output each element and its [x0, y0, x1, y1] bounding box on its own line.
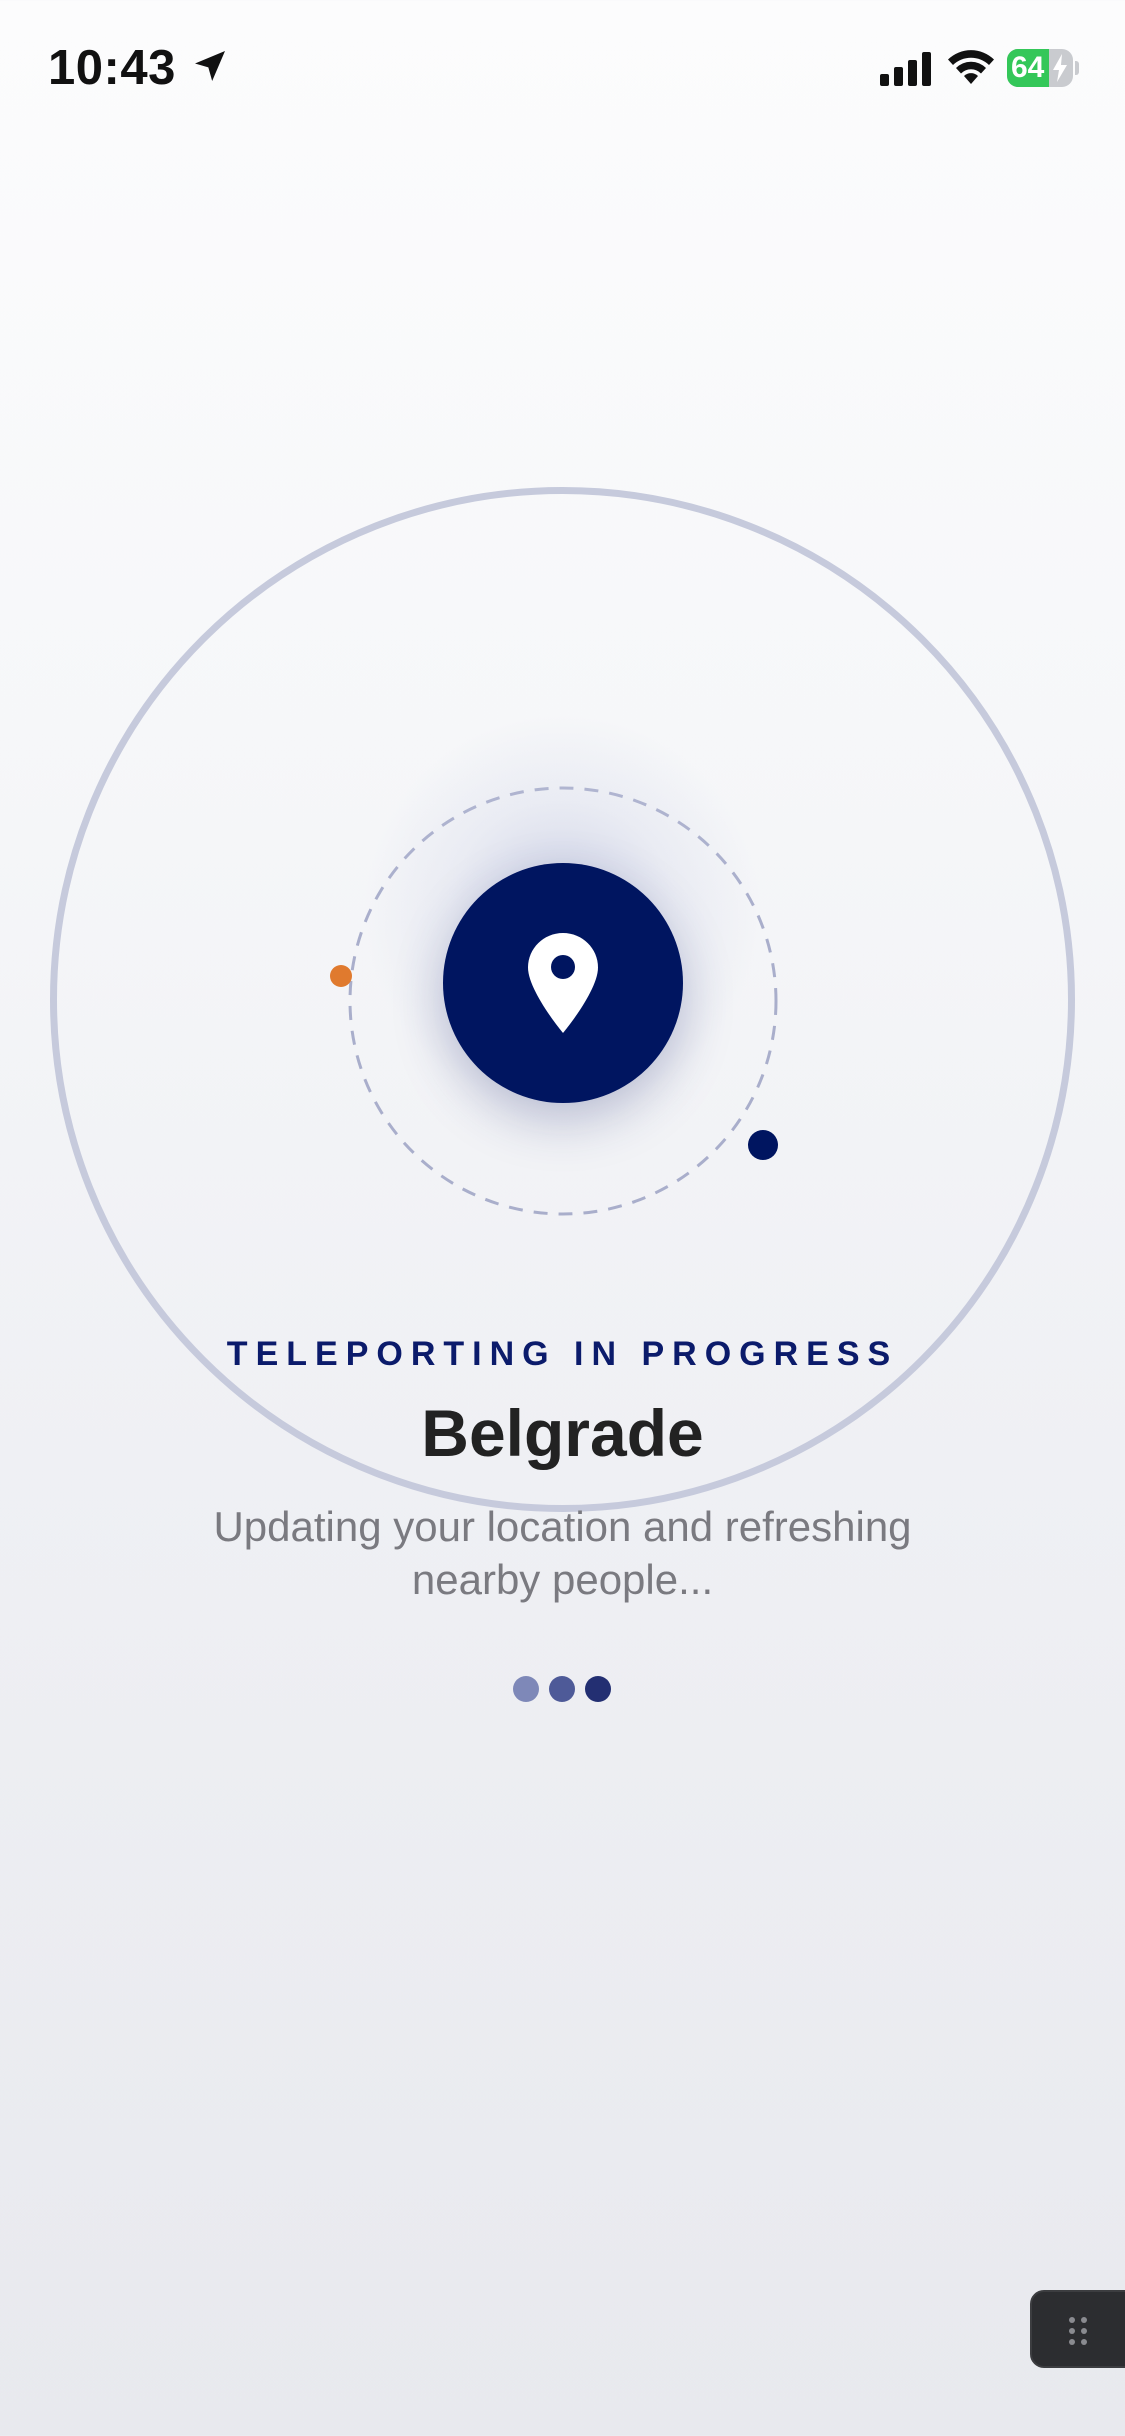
drag-grip-icon: [1069, 2317, 1087, 2345]
orbit-dot-navy: [748, 1130, 778, 1160]
loading-dot: [585, 1676, 611, 1702]
orbit-dot-orange: [330, 965, 352, 987]
loading-indicator: [513, 1676, 613, 1704]
status-subtitle: Updating your location and refreshing ne…: [213, 1503, 912, 1603]
teleport-status-label: TELEPORTING IN PROGRESS: [226, 1335, 899, 1373]
loading-dot: [513, 1676, 539, 1702]
city-title: Belgrade: [421, 1396, 704, 1470]
loading-dot: [549, 1676, 575, 1702]
map-pin-icon: [528, 933, 598, 1033]
location-pin-badge: [443, 863, 683, 1103]
floating-drag-handle[interactable]: [1030, 2290, 1125, 2368]
